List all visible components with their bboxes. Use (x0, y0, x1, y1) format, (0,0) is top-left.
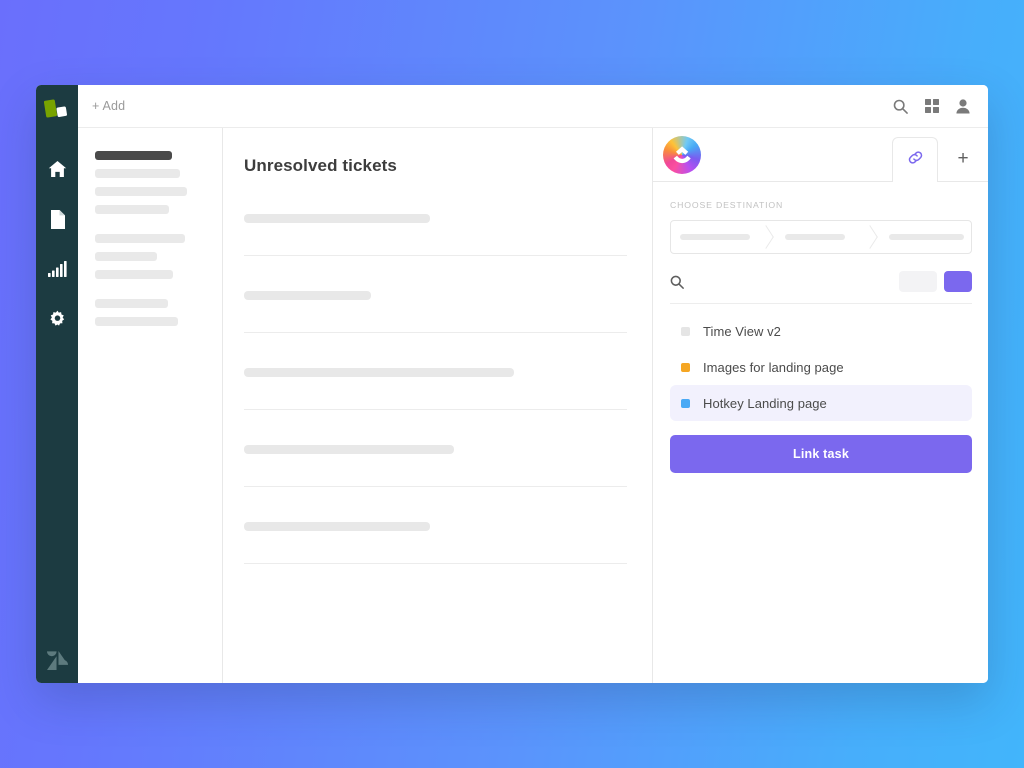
home-icon (48, 160, 67, 178)
settings-gear-icon (48, 310, 67, 329)
top-bar: + Add (78, 85, 988, 128)
reporting-bar-chart-icon (47, 261, 67, 277)
panel-body: Choose destination (653, 182, 988, 683)
skeleton-group (95, 234, 222, 279)
table-row[interactable] (244, 445, 627, 454)
destination-segment-list[interactable] (880, 221, 971, 253)
skeleton-bar (244, 522, 430, 531)
task-label: Hotkey Landing page (703, 395, 827, 411)
filter-pill[interactable] (899, 271, 937, 292)
primary-nav-rail (36, 85, 78, 683)
zendesk-logo[interactable] (36, 650, 78, 671)
sidebar-item-settings[interactable] (36, 294, 78, 344)
chevron-right-icon (762, 221, 776, 253)
skeleton-bar (244, 291, 371, 300)
skeleton-bar-active (95, 151, 172, 160)
zendesk-product-logo[interactable] (43, 98, 70, 125)
chevron-right-icon (866, 221, 880, 253)
list-item[interactable]: Time View v2 (670, 313, 972, 349)
destination-segment-folder[interactable] (776, 221, 867, 253)
skeleton-bar (784, 234, 845, 240)
skeleton-bar (95, 234, 185, 243)
center-content: Unresolved tickets (223, 128, 653, 683)
user-avatar-icon[interactable] (956, 98, 970, 114)
body-row: Unresolved tickets + CHOOSE DESTINATION … (78, 128, 988, 683)
list-item[interactable]: Images for landing page (670, 349, 972, 385)
table-row[interactable] (244, 522, 627, 531)
skeleton-bar (680, 234, 750, 240)
row-divider (244, 563, 627, 564)
status-badge (681, 362, 690, 372)
search-icon[interactable] (670, 275, 684, 289)
row-divider (244, 409, 627, 410)
clickup-side-panel: + Choose destination (653, 128, 988, 683)
clickup-logo (663, 136, 701, 174)
skeleton-bar (95, 252, 157, 261)
table-row[interactable] (244, 291, 627, 300)
skeleton-bar (95, 205, 169, 214)
tab-link[interactable] (892, 137, 938, 182)
skeleton-bar (95, 270, 173, 279)
link-task-button[interactable]: Link task (670, 435, 972, 473)
row-divider (244, 332, 627, 333)
sidebar-item-home[interactable] (36, 144, 78, 194)
add-button[interactable]: + Add (92, 99, 125, 113)
tab-add[interactable]: + (938, 136, 988, 181)
link-icon (907, 149, 924, 171)
search-row (670, 260, 972, 304)
skeleton-bar (95, 317, 178, 326)
row-divider (244, 486, 627, 487)
row-divider (244, 255, 627, 256)
table-row[interactable] (244, 368, 627, 377)
skeleton-group (95, 299, 222, 326)
destination-segment-space[interactable] (671, 221, 762, 253)
secondary-sidebar (78, 128, 223, 683)
app-window: + Add Unresolved tickets + CHOOSE DESTIN… (36, 85, 988, 683)
destination-picker[interactable] (670, 220, 972, 254)
page-title: Unresolved tickets (244, 156, 397, 175)
skeleton-bar (244, 214, 430, 223)
sidebar-item-reporting[interactable] (36, 244, 78, 294)
search-input[interactable] (692, 274, 899, 289)
table-row[interactable] (244, 214, 627, 223)
skeleton-bar (95, 187, 187, 196)
skeleton-bar (244, 368, 514, 377)
choose-destination-label: Choose destination (670, 200, 784, 210)
action-pill[interactable] (944, 271, 972, 292)
skeleton-bar (244, 445, 454, 454)
task-label: Images for landing page (703, 359, 844, 375)
skeleton-bar (95, 169, 180, 178)
status-badge (681, 326, 690, 336)
task-label: Time View v2 (703, 323, 781, 339)
status-badge (681, 398, 690, 408)
document-icon (50, 209, 65, 229)
skeleton-group (95, 151, 222, 214)
search-icon[interactable] (893, 99, 908, 114)
skeleton-bar (95, 299, 168, 308)
skeleton-bar (889, 234, 965, 240)
task-list: Time View v2 Images for landing page Hot… (670, 304, 972, 421)
grid-icon[interactable] (925, 99, 939, 113)
topbar-icon-group (893, 98, 970, 114)
main-column: + Add Unresolved tickets + CHOOSE DESTIN… (78, 85, 988, 683)
list-item[interactable]: Hotkey Landing page (670, 385, 972, 421)
panel-header: + (653, 128, 988, 182)
sidebar-item-documents[interactable] (36, 194, 78, 244)
